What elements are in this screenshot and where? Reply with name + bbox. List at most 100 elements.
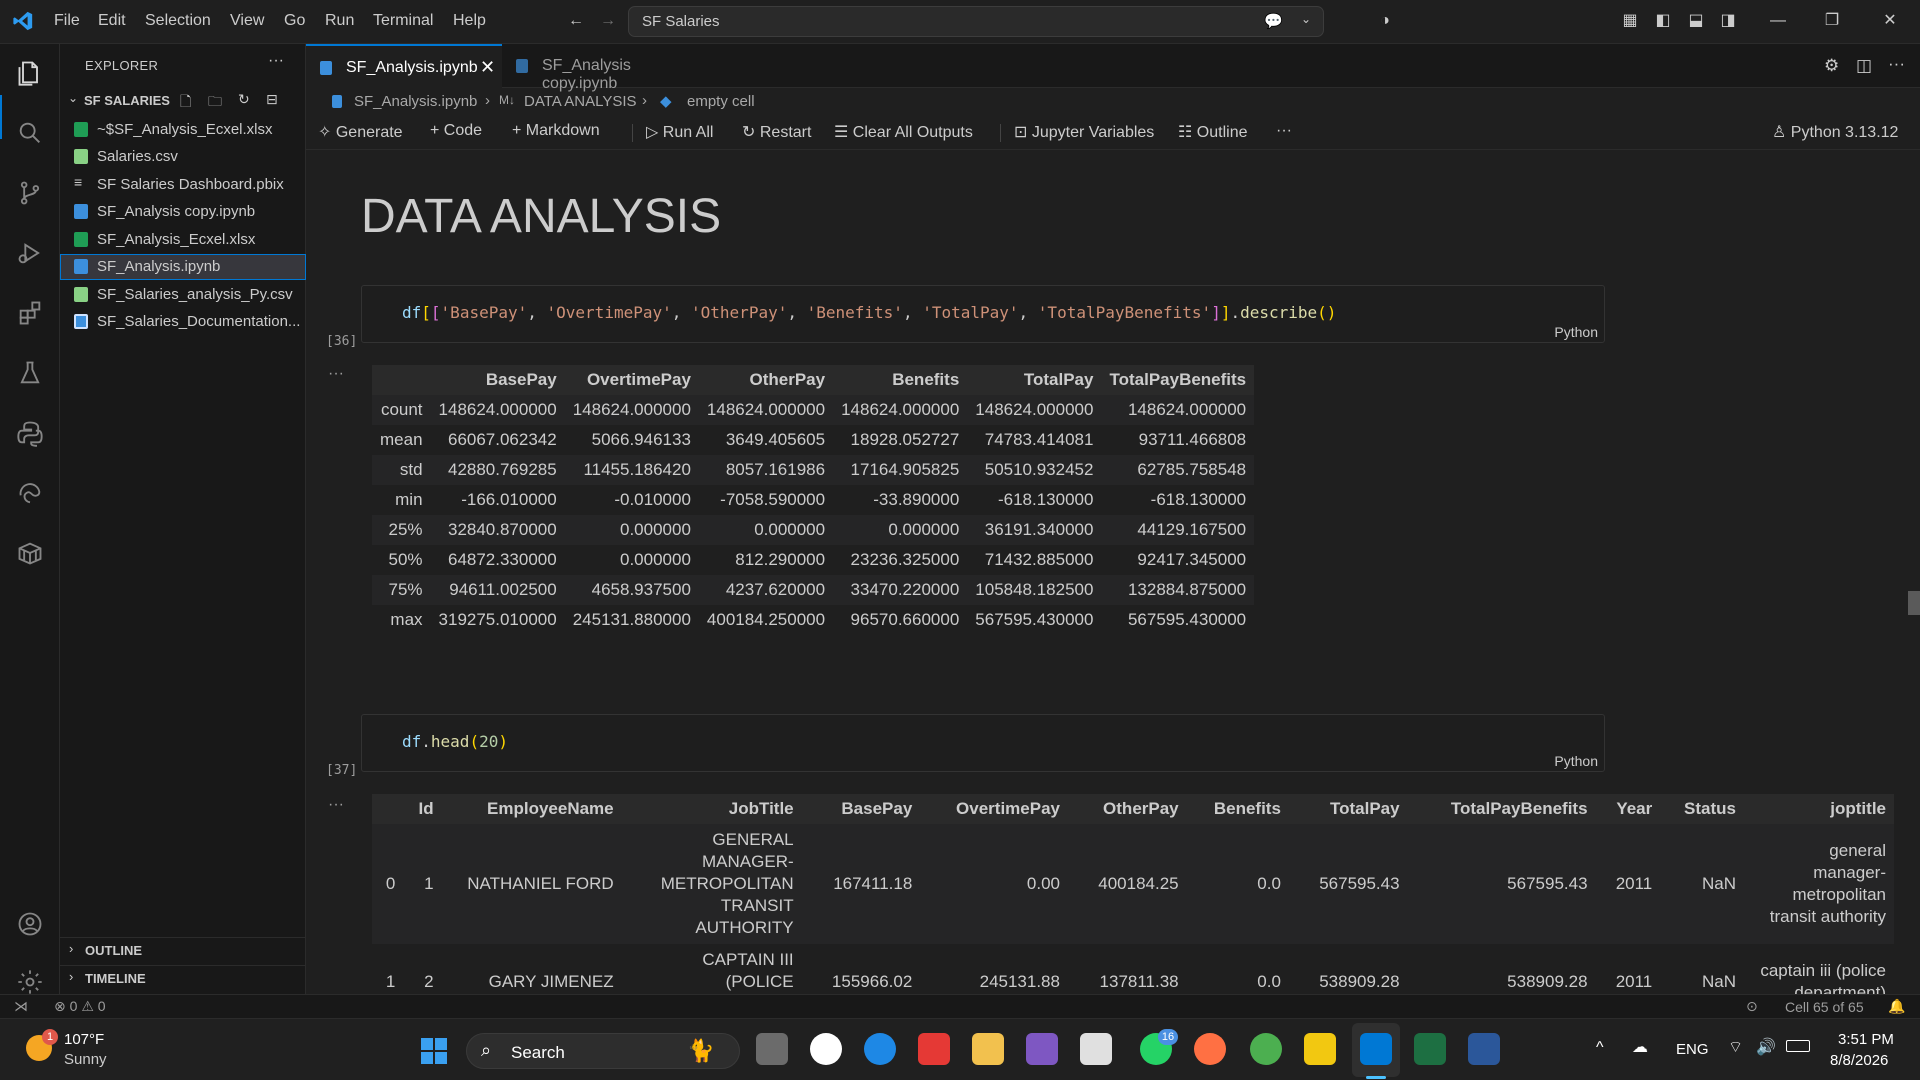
cell-code[interactable]: df[['BasePay', 'OvertimePay', 'OtherPay'…	[402, 303, 1336, 322]
notifications-bell-icon[interactable]: 🔔	[1888, 998, 1905, 1015]
output-more-icon[interactable]: ···	[328, 365, 344, 383]
file-item[interactable]: ~$SF_Analysis_Ecxel.xlsx	[60, 117, 306, 143]
generate-button[interactable]: ✧ Generate	[318, 122, 403, 142]
taskbar-search-box[interactable]: ⌕ Search 🐈	[466, 1033, 740, 1069]
more-actions-button[interactable]: ···	[1276, 122, 1292, 140]
customize-layout-icon[interactable]: ▦	[1620, 11, 1640, 31]
file-item[interactable]: SF_Analysis_Ecxel.xlsx	[60, 227, 306, 253]
code-cell[interactable]: df[['BasePay', 'OvertimePay', 'OtherPay'…	[361, 285, 1605, 343]
windows-start-icon[interactable]	[420, 1037, 448, 1065]
toggle-secondary-sidebar-icon[interactable]: ◨	[1718, 11, 1738, 31]
menu-file[interactable]: File	[54, 12, 80, 30]
restart-button[interactable]: ↻ Restart	[742, 122, 811, 142]
file-item[interactable]: SF_Salaries_analysis_Py.csv	[60, 282, 306, 308]
more-actions-icon[interactable]: ···	[268, 52, 284, 70]
cell-code[interactable]: df.head(20)	[402, 732, 508, 751]
menu-help[interactable]: Help	[453, 12, 486, 30]
chrome-icon[interactable]	[1250, 1033, 1282, 1065]
restore-icon[interactable]: ❐	[1822, 11, 1842, 31]
run-debug-icon[interactable]	[10, 233, 50, 273]
microsoft-store-icon[interactable]	[1080, 1033, 1112, 1065]
copilot-app-icon[interactable]	[1194, 1033, 1226, 1065]
breadcrumb-file[interactable]: SF_Analysis.ipynb	[354, 93, 477, 110]
vscode-app-icon[interactable]	[1360, 1033, 1392, 1065]
remote-icon[interactable]: ⋊	[14, 998, 28, 1015]
settings-gear-icon[interactable]: ⚙	[1824, 56, 1839, 76]
tab-sf-analysis-copy[interactable]: SF_Analysis copy.ipynb	[502, 44, 702, 92]
file-item[interactable]: SF_Salaries_Documentation...	[60, 309, 306, 335]
collapse-all-icon[interactable]: ⊟	[266, 91, 278, 108]
microsoft-365-icon[interactable]	[1026, 1033, 1058, 1065]
problems-indicator[interactable]: ⊗ 0 ⚠ 0	[54, 998, 106, 1015]
file-item[interactable]: SF_Analysis copy.ipynb	[60, 199, 306, 225]
cell-language[interactable]: Python	[1554, 324, 1598, 340]
containers-icon[interactable]	[10, 533, 50, 573]
file-item[interactable]: Salaries.csv	[60, 144, 306, 170]
copilot-icon[interactable]: ◑	[1375, 11, 1395, 31]
extensions-icon[interactable]	[10, 293, 50, 333]
menu-run[interactable]: Run	[325, 12, 354, 30]
outline-section[interactable]: › OUTLINE	[60, 937, 306, 961]
minimize-icon[interactable]: —	[1768, 11, 1788, 31]
kernel-status-icon[interactable]: ⊙	[1746, 998, 1758, 1015]
jupyter-variables-button[interactable]: ⊡ Jupyter Variables	[1014, 122, 1154, 142]
menu-view[interactable]: View	[230, 12, 264, 30]
breadcrumb-cell[interactable]: empty cell	[687, 93, 755, 110]
folder-chevron-icon[interactable]: ⌄	[68, 91, 78, 105]
output-more-icon[interactable]: ···	[328, 796, 344, 814]
timeline-section[interactable]: › TIMELINE	[60, 965, 306, 989]
wifi-icon[interactable]: ⌔	[1728, 1037, 1743, 1057]
file-item-selected[interactable]: SF_Analysis.ipynb	[60, 254, 306, 280]
clock-time[interactable]: 3:51 PM	[1838, 1031, 1894, 1048]
cell-language[interactable]: Python	[1554, 753, 1598, 769]
run-all-button[interactable]: ▷ Run All	[646, 122, 713, 142]
scrollbar-thumb[interactable]	[1908, 591, 1920, 615]
more-actions-icon[interactable]: ···	[1888, 54, 1905, 74]
tab-sf-analysis[interactable]: SF_Analysis.ipynb ✕	[306, 44, 502, 88]
back-arrow-icon[interactable]: ←	[566, 11, 586, 31]
task-view-icon[interactable]	[756, 1033, 788, 1065]
code-cell[interactable]: df.head(20) Python	[361, 714, 1605, 772]
google-icon[interactable]	[810, 1033, 842, 1065]
split-editor-icon[interactable]: ◫	[1856, 56, 1872, 76]
explorer-icon[interactable]	[10, 53, 50, 93]
breadcrumb-section[interactable]: DATA ANALYSIS	[524, 93, 637, 110]
weather-temp[interactable]: 107°F	[64, 1031, 104, 1048]
edge-browser-icon[interactable]	[864, 1033, 896, 1065]
onedrive-icon[interactable]: ☁	[1632, 1037, 1648, 1057]
weather-desc[interactable]: Sunny	[64, 1051, 107, 1068]
power-bi-icon[interactable]	[1304, 1033, 1336, 1065]
excel-app-icon[interactable]	[1414, 1033, 1446, 1065]
workspace-folder-name[interactable]: SF SALARIES	[84, 93, 170, 108]
source-control-icon[interactable]	[10, 173, 50, 213]
copilot-chat-icon[interactable]: 💬	[1264, 12, 1283, 30]
file-explorer-icon[interactable]	[972, 1033, 1004, 1065]
close-window-icon[interactable]: ✕	[1880, 11, 1900, 31]
menu-terminal[interactable]: Terminal	[373, 12, 433, 30]
menu-selection[interactable]: Selection	[145, 12, 211, 30]
add-markdown-button[interactable]: + Markdown	[512, 122, 600, 140]
clear-outputs-button[interactable]: ☰ Clear All Outputs	[834, 122, 973, 142]
menu-go[interactable]: Go	[284, 12, 305, 30]
kernel-picker[interactable]: ♙ Python 3.13.12	[1772, 122, 1898, 142]
account-icon[interactable]	[10, 904, 50, 944]
chevron-down-icon[interactable]: ⌄	[1301, 12, 1311, 26]
add-code-button[interactable]: + Code	[430, 122, 482, 140]
new-folder-icon[interactable]: 🗀	[208, 91, 222, 115]
volume-icon[interactable]: 🔊	[1756, 1037, 1776, 1057]
outline-button[interactable]: ☷ Outline	[1178, 122, 1248, 142]
forward-arrow-icon[interactable]: →	[598, 11, 618, 31]
chevron-up-icon[interactable]: ^	[1596, 1039, 1604, 1057]
toggle-panel-icon[interactable]: ⬓	[1686, 11, 1706, 31]
command-center-search[interactable]: SF Salaries 💬 ⌄	[628, 6, 1324, 37]
language-indicator[interactable]: ENG	[1676, 1041, 1709, 1058]
testing-icon[interactable]	[10, 353, 50, 393]
cell-position[interactable]: Cell 65 of 65	[1785, 999, 1864, 1015]
file-item[interactable]: ≡ SF Salaries Dashboard.pbix	[60, 172, 306, 198]
menu-edit[interactable]: Edit	[98, 12, 126, 30]
battery-icon[interactable]	[1786, 1040, 1810, 1052]
refresh-icon[interactable]: ↻	[238, 91, 250, 108]
python-icon[interactable]	[10, 413, 50, 453]
new-file-icon[interactable]: 🗋	[180, 91, 191, 115]
close-tab-icon[interactable]: ✕	[480, 57, 495, 78]
